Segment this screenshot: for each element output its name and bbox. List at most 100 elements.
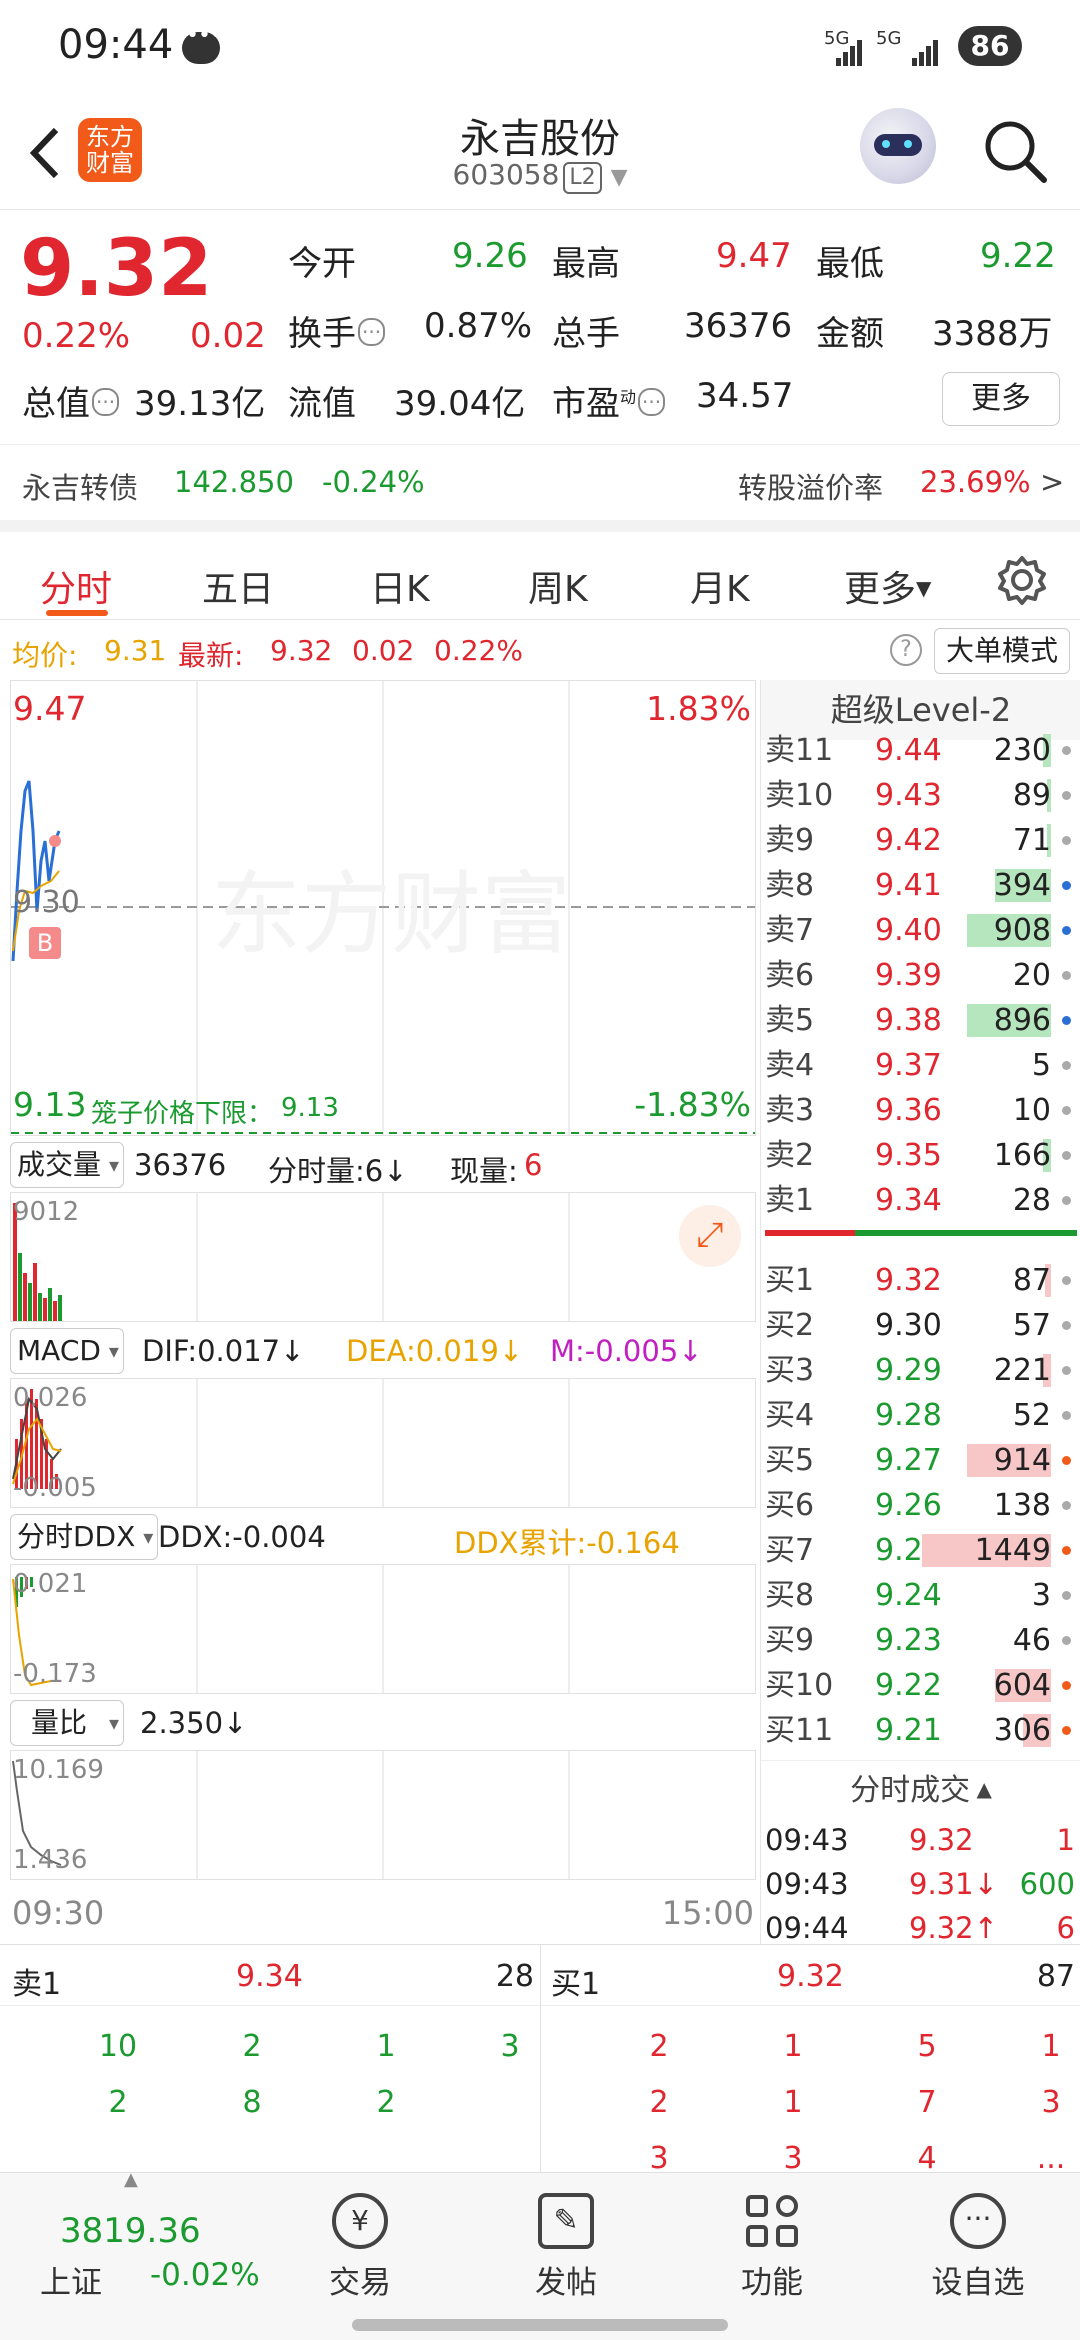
cage-limit-label: 笼子价格下限： (91, 1099, 274, 1129)
turnover-label[interactable]: 换手 ··· (288, 306, 386, 355)
settings-gear-icon[interactable] (996, 554, 1048, 606)
ask-status-dot (1062, 1106, 1071, 1115)
last-change-percent: 0.22% (434, 634, 523, 667)
ddx-svg (12, 1565, 570, 1693)
ask-price: 9.44 (875, 733, 942, 768)
bid-status-dot (1062, 1411, 1071, 1420)
bid-row[interactable]: 买8 9.24 3 (761, 1573, 1080, 1618)
tab-more[interactable]: 更多▼ (844, 560, 931, 612)
tab-day-k[interactable]: 日K (370, 560, 430, 612)
ask-status-dot (1062, 1016, 1071, 1025)
bid-row[interactable]: 买7 9.25 1449 (761, 1528, 1080, 1573)
more-quote-button[interactable]: 更多 (942, 372, 1060, 426)
avg-price-bar: 均价: 9.31 最新: 9.32 0.02 0.22% ? 大单模式 (0, 620, 1080, 680)
ask-status-dot (1062, 836, 1071, 845)
ask-row[interactable]: 卖8 9.41 394 (761, 863, 1080, 908)
sell-queue[interactable]: 卖1 9.34 28 10 2 1 3 2 8 2 (0, 1945, 540, 2173)
ask-price: 9.38 (875, 1003, 942, 1038)
bid-level-label: 买2 (765, 1308, 815, 1343)
last-price-value: 9.32 (270, 634, 333, 667)
bid-status-dot (1062, 1591, 1071, 1600)
bid-level-label: 买7 (765, 1533, 815, 1568)
bid-level-label: 买3 (765, 1353, 815, 1388)
bid-row[interactable]: 买4 9.28 52 (761, 1393, 1080, 1438)
apps-grid-icon (744, 2193, 800, 2249)
tab-intraday[interactable]: 分时 (40, 560, 112, 612)
ask-level-label: 卖4 (765, 1048, 815, 1083)
index-value: 3819.36 (60, 2211, 201, 2251)
ask-row[interactable]: 卖1 9.34 28 (761, 1178, 1080, 1223)
intraday-chart[interactable]: 东方财富 9.47 1.83% 9.30 B 9.13 笼子价格下限： 9.13… (10, 680, 756, 1944)
macd-indicator-dropdown[interactable]: MACD (10, 1328, 124, 1374)
ddx-indicator-dropdown[interactable]: 分时DDX (10, 1514, 159, 1560)
ask-row[interactable]: 卖11 9.44 230 (761, 728, 1080, 773)
tick-trades-title[interactable]: 分时成交 ▲ (761, 1760, 1080, 1816)
bid-row[interactable]: 买3 9.29 221 (761, 1348, 1080, 1393)
premium-label: 转股溢价率 (738, 471, 884, 505)
big-order-mode-button[interactable]: 大单模式 (934, 628, 1070, 674)
ddx-panel[interactable]: 0.021 -0.173 (10, 1564, 756, 1694)
bid-row[interactable]: 买11 9.21 306 (761, 1708, 1080, 1753)
ask-row[interactable]: 卖7 9.40 908 (761, 908, 1080, 953)
ask-row[interactable]: 卖6 9.39 20 (761, 953, 1080, 998)
queue-order-size: 2 (376, 2085, 396, 2120)
stock-code: 603058 (452, 158, 560, 191)
bid-row[interactable]: 买9 9.23 46 (761, 1618, 1080, 1663)
home-indicator[interactable] (352, 2319, 728, 2331)
bid-level-label: 买6 (765, 1488, 815, 1523)
bid-row[interactable]: 买5 9.27 914 (761, 1438, 1080, 1483)
market-cap-label[interactable]: 总值 ··· (22, 376, 120, 425)
macd-axis-min: -0.005 (13, 1473, 97, 1503)
pe-value: 34.57 (696, 376, 794, 416)
volume-ratio-dropdown[interactable]: 量比 (10, 1700, 125, 1746)
tab-five-day[interactable]: 五日 (202, 560, 274, 612)
nav-functions[interactable]: 功能 (702, 2193, 842, 2302)
ask-volume: 89 (1012, 778, 1051, 813)
index-ticker[interactable]: ▲ 3819.36 上证 -0.02% (0, 2169, 260, 2313)
bid-level-label: 买9 (765, 1623, 815, 1658)
ask-row[interactable]: 卖2 9.35 166 (761, 1133, 1080, 1178)
quote-panel: 9.32 0.22% 0.02 今开 9.26 最高 9.47 最低 9.22 … (0, 210, 1080, 520)
price-panel[interactable]: 东方财富 9.47 1.83% 9.30 B 9.13 笼子价格下限： 9.13… (10, 680, 756, 1136)
macd-panel[interactable]: 0.026 -0.005 (10, 1378, 756, 1508)
queue-order-size: 7 (917, 2085, 937, 2120)
search-icon[interactable] (980, 116, 1050, 186)
ask-row[interactable]: 卖5 9.38 896 (761, 998, 1080, 1043)
ask-row[interactable]: 卖3 9.36 10 (761, 1088, 1080, 1133)
yen-exchange-icon: ¥ (332, 2193, 388, 2249)
expand-chart-icon[interactable]: ⤢ (679, 1205, 741, 1267)
help-icon[interactable]: ? (890, 634, 922, 666)
ask-volume: 5 (1031, 1048, 1051, 1083)
nav-trade[interactable]: ¥ 交易 (290, 2193, 430, 2302)
nav-add-watchlist[interactable]: ··· 设自选 (908, 2193, 1048, 2302)
bid-status-dot (1062, 1366, 1071, 1375)
pe-label[interactable]: 市盈动 ··· (552, 376, 666, 425)
bid-row[interactable]: 买6 9.26 138 (761, 1483, 1080, 1528)
order-book[interactable]: 超级Level-2 卖11 9.44 230 卖10 9.43 89 卖9 9.42 71 卖8 9… (760, 680, 1080, 1945)
info-dots-icon: ··· (358, 318, 386, 346)
volume-ratio-panel[interactable]: 10.169 1.436 (10, 1750, 756, 1880)
convertible-bond-row[interactable]: 永吉转债 142.850 -0.24% 转股溢价率 23.69% > (0, 444, 1080, 520)
bid-price: 9.30 (875, 1308, 942, 1343)
ask-row[interactable]: 卖4 9.37 5 (761, 1043, 1080, 1088)
bid-row[interactable]: 买10 9.22 604 (761, 1663, 1080, 1708)
volume-indicator-dropdown[interactable]: 成交量 (10, 1142, 125, 1188)
open-value: 9.26 (452, 236, 528, 276)
ask-volume: 20 (1012, 958, 1051, 993)
queue-order-size: 2 (649, 2029, 669, 2064)
nav-post[interactable]: ✎ 发帖 (496, 2193, 636, 2302)
tab-month-k[interactable]: 月K (690, 560, 750, 612)
queue-order-size: 8 (242, 2085, 262, 2120)
bid-row[interactable]: 买1 9.32 87 (761, 1258, 1080, 1303)
bid-price: 9.27 (875, 1443, 942, 1478)
bid-row[interactable]: 买2 9.30 57 (761, 1303, 1080, 1348)
tab-week-k[interactable]: 周K (528, 560, 588, 612)
ask-row[interactable]: 卖10 9.43 89 (761, 773, 1080, 818)
buy-point-marker[interactable]: B (29, 927, 61, 959)
ask-row[interactable]: 卖9 9.42 71 (761, 818, 1080, 863)
volume-ratio-value: 2.350↓ (140, 1706, 248, 1740)
buy-queue[interactable]: 买1 9.32 87 2 1 5 1 2 1 7 3 3 3 4... (541, 1945, 1080, 2176)
volume-panel[interactable]: 9012 ⤢ (10, 1192, 756, 1322)
nav-post-label: 发帖 (535, 2265, 597, 2301)
assistant-robot-icon[interactable] (860, 108, 936, 184)
